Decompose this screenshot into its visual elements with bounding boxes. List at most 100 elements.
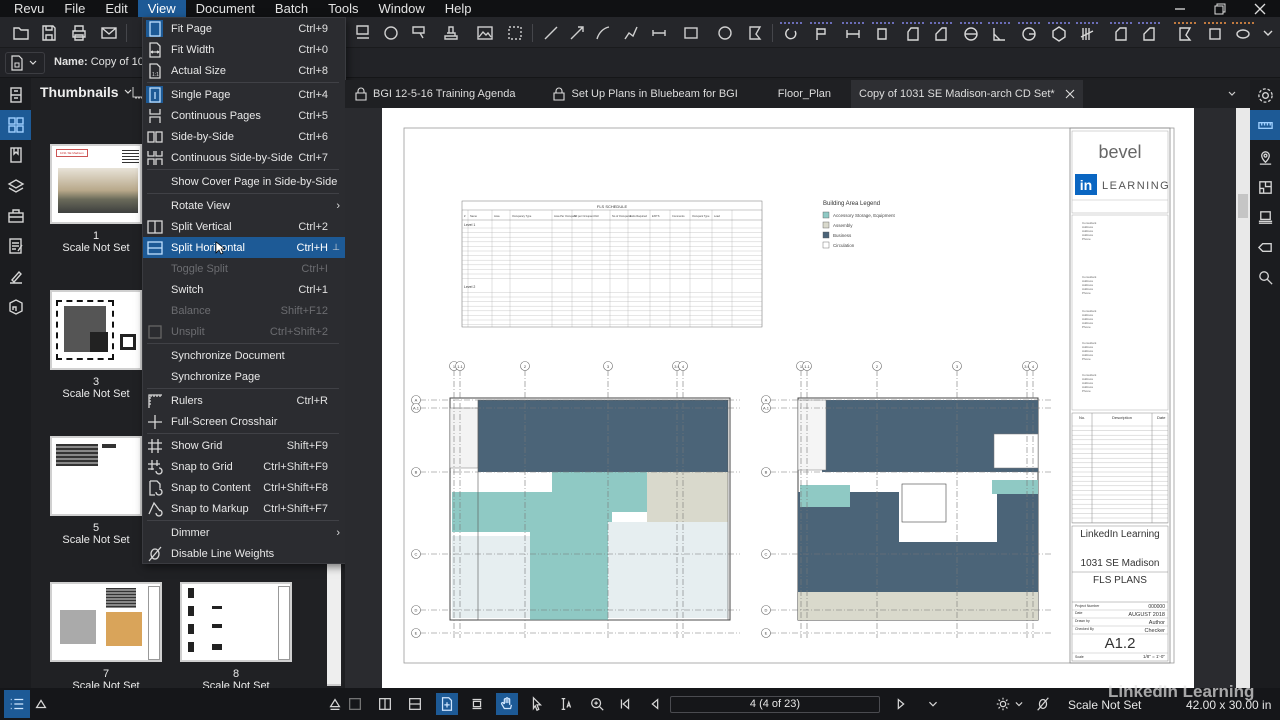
rail-search[interactable] bbox=[1250, 262, 1280, 292]
dimmer-button[interactable] bbox=[992, 693, 1014, 715]
rail-markups-list[interactable] bbox=[0, 231, 31, 261]
previous-page-button[interactable] bbox=[644, 693, 666, 715]
tab-madison-cd-set[interactable]: Copy of 1031 SE Madison-arch CD Set* bbox=[851, 80, 1083, 108]
view-menu-item-switch[interactable]: Switch Ctrl+1 bbox=[143, 279, 345, 300]
rail-spaces-right[interactable] bbox=[1250, 172, 1280, 202]
thumbnail-page-8[interactable] bbox=[180, 582, 292, 662]
menu-revu[interactable]: Revu bbox=[0, 0, 54, 17]
rectangle-space-tool[interactable] bbox=[1204, 22, 1226, 44]
view-menu-item-fit-page[interactable]: Fit Page Ctrl+9 bbox=[143, 18, 345, 39]
polygon-space-tool[interactable] bbox=[1174, 22, 1196, 44]
minimize-button[interactable] bbox=[1160, 0, 1200, 17]
rail-bookmarks[interactable] bbox=[0, 140, 31, 170]
view-menu-item-fit-width[interactable]: Fit Width Ctrl+0 bbox=[143, 39, 345, 60]
tab-training-agenda[interactable]: BGI 12-5-16 Training Agenda bbox=[345, 80, 525, 108]
arrow-tool[interactable] bbox=[566, 22, 588, 44]
thumbnail-page-1[interactable]: 1031 SE Madison bbox=[50, 144, 142, 224]
collapse-left-panel[interactable] bbox=[30, 693, 52, 715]
tabs-overflow-chevron-icon[interactable] bbox=[1227, 89, 1237, 99]
view-menu-item-snap-to-content[interactable]: Snap to Content Ctrl+Shift+F8 bbox=[143, 477, 345, 498]
rail-locations[interactable] bbox=[1250, 142, 1280, 172]
diameter-tool[interactable] bbox=[960, 22, 982, 44]
ellipse-tool[interactable] bbox=[714, 22, 736, 44]
perimeter-tool[interactable] bbox=[930, 22, 952, 44]
view-menu-item-synchronize-document[interactable]: Synchronize Document bbox=[143, 345, 345, 366]
select-text-button[interactable] bbox=[556, 693, 578, 715]
view-menu-item-snap-to-grid[interactable]: Snap to Grid Ctrl+Shift+F9 bbox=[143, 456, 345, 477]
view-menu-item-side-by-side[interactable]: Side-by-Side Ctrl+6 bbox=[143, 126, 345, 147]
tab-setup-plans[interactable]: Set Up Plans in Bluebeam for BGI bbox=[525, 80, 747, 108]
document-vertical-scrollbar[interactable] bbox=[1236, 108, 1250, 688]
save-button[interactable] bbox=[38, 22, 60, 44]
angle-measure-tool[interactable] bbox=[988, 22, 1010, 44]
length-tool[interactable] bbox=[842, 22, 864, 44]
rail-measurements[interactable] bbox=[1250, 110, 1280, 140]
print-button[interactable] bbox=[68, 22, 90, 44]
tab-floor-plan[interactable]: Floor_Plan bbox=[748, 80, 851, 108]
ellipse-space-tool[interactable] bbox=[1232, 22, 1254, 44]
rail-layers[interactable] bbox=[0, 171, 31, 201]
thumbnail-page-3[interactable] bbox=[50, 290, 142, 370]
view-menu-item-split-horizontal[interactable]: Split Horizontal Ctrl+H ⊥ bbox=[143, 237, 345, 258]
view-menu-item-full-screen-crosshair[interactable]: Full-Screen Crosshair bbox=[143, 411, 345, 432]
rail-tags[interactable] bbox=[1250, 232, 1280, 262]
rail-signatures[interactable] bbox=[0, 262, 31, 292]
view-menu-item-actual-size[interactable]: 1:1 Actual Size Ctrl+8 bbox=[143, 60, 345, 81]
view-menu-item-split-vertical[interactable]: Split Vertical Ctrl+2 bbox=[143, 216, 345, 237]
view-menu-item-continuous-pages[interactable]: Continuous Pages Ctrl+5 bbox=[143, 105, 345, 126]
menu-view[interactable]: View bbox=[137, 0, 186, 17]
thumbnail-scrollbar[interactable] bbox=[327, 564, 341, 686]
polylength-tool[interactable] bbox=[872, 22, 894, 44]
menu-help[interactable]: Help bbox=[435, 0, 482, 17]
zoom-tool-button[interactable] bbox=[586, 693, 608, 715]
rectangle-tool[interactable] bbox=[680, 22, 702, 44]
name-field[interactable]: Name: Copy of 103 bbox=[54, 56, 150, 68]
view-menu-item-show-grid[interactable]: Show Grid Shift+F9 bbox=[143, 435, 345, 456]
split-horizontal-button[interactable] bbox=[404, 693, 426, 715]
panel-title-dropdown[interactable]: Thumbnails bbox=[40, 84, 133, 100]
cloud-tool[interactable] bbox=[380, 22, 402, 44]
count-tool[interactable] bbox=[810, 22, 832, 44]
page-nav-dropdown[interactable] bbox=[922, 693, 944, 715]
view-menu-item-disable-line-weights[interactable]: Disable Line Weights bbox=[143, 543, 345, 564]
menu-tools[interactable]: Tools bbox=[318, 0, 368, 17]
panel-list-toggle[interactable] bbox=[4, 690, 30, 718]
close-window-button[interactable] bbox=[1240, 0, 1280, 17]
email-button[interactable] bbox=[98, 22, 120, 44]
pin-icon[interactable]: ⊥ bbox=[332, 242, 340, 253]
menu-document[interactable]: Document bbox=[186, 0, 265, 17]
document-viewer[interactable]: bevel in LEARNING Consultant Address Addre… bbox=[345, 108, 1250, 688]
arc-tool[interactable] bbox=[592, 22, 614, 44]
volume-tool[interactable] bbox=[1048, 22, 1070, 44]
first-page-button[interactable] bbox=[614, 693, 636, 715]
view-menu-item-continuous-side-by-side[interactable]: Continuous Side-by-Side Ctrl+7 bbox=[143, 147, 345, 168]
settings-button[interactable] bbox=[1250, 80, 1280, 110]
view-menu-item-dimmer[interactable]: Dimmer › bbox=[143, 522, 345, 543]
rail-file-access[interactable] bbox=[0, 80, 31, 110]
area-tool[interactable] bbox=[902, 22, 924, 44]
rail-studio[interactable] bbox=[1250, 202, 1280, 232]
collapse-bottom-panel[interactable] bbox=[324, 693, 346, 715]
next-page-button[interactable] bbox=[890, 693, 912, 715]
page-number-field[interactable]: 4 (4 of 23) bbox=[670, 696, 880, 713]
select-tool-button[interactable] bbox=[526, 693, 548, 715]
pan-tool-button[interactable] bbox=[496, 693, 518, 715]
toolbar-overflow-button[interactable] bbox=[1258, 22, 1278, 44]
snap-button[interactable] bbox=[466, 693, 488, 715]
angle-tool[interactable] bbox=[780, 22, 802, 44]
open-button[interactable] bbox=[10, 22, 32, 44]
markup-type-dropdown[interactable] bbox=[5, 52, 45, 74]
snapshot-tool[interactable] bbox=[504, 22, 526, 44]
view-menu-item-snap-to-markup[interactable]: Snap to Markup Ctrl+Shift+F7 bbox=[143, 498, 345, 519]
view-menu-item-show-cover-page-in-side-by-side[interactable]: Show Cover Page in Side-by-Side bbox=[143, 171, 345, 192]
rail-spaces[interactable] bbox=[0, 292, 31, 322]
menu-file[interactable]: File bbox=[54, 0, 95, 17]
rail-thumbnails[interactable] bbox=[0, 110, 31, 140]
scrollbar-thumb[interactable] bbox=[1238, 194, 1248, 218]
cutout2-tool[interactable] bbox=[1138, 22, 1160, 44]
view-menu-item-rotate-view[interactable]: Rotate View › bbox=[143, 195, 345, 216]
rail-toolchest[interactable] bbox=[0, 201, 31, 231]
callout-tool[interactable] bbox=[352, 22, 374, 44]
restore-button[interactable] bbox=[1200, 0, 1240, 17]
close-tab-icon[interactable] bbox=[1065, 89, 1075, 99]
